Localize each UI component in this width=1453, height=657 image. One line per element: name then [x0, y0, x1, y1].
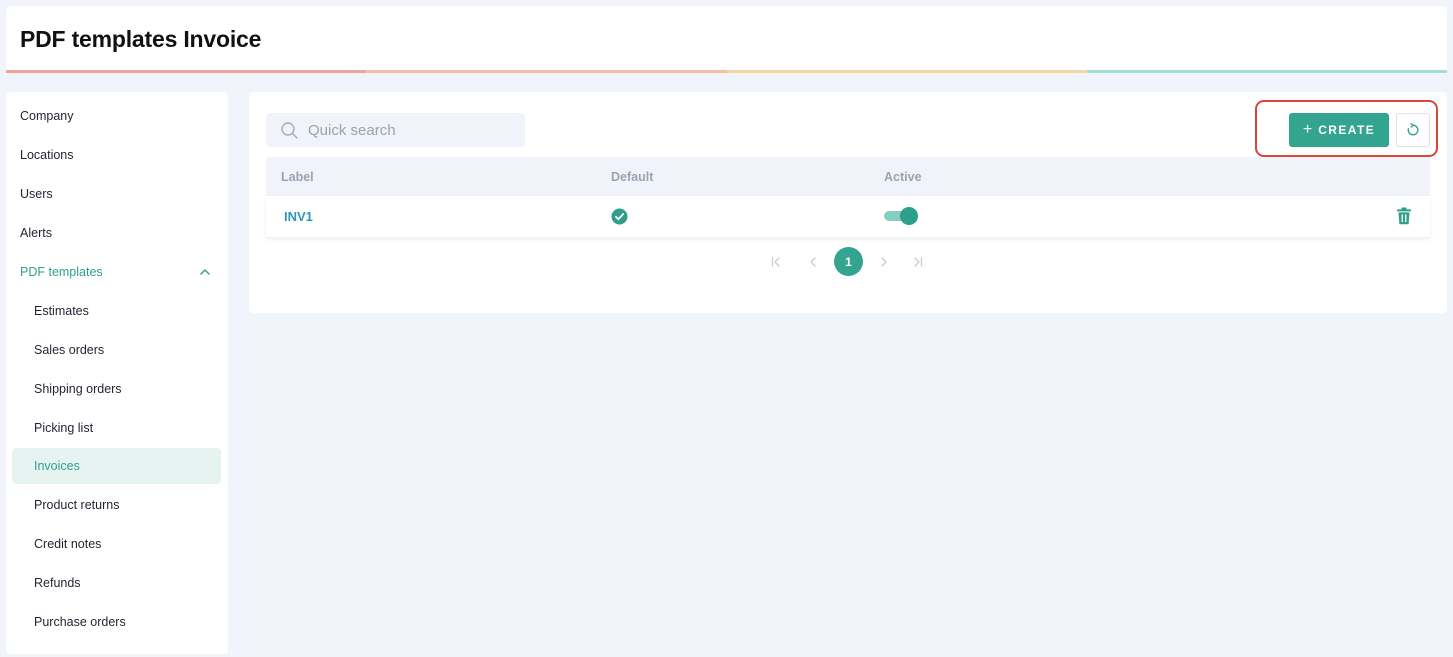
sidebar-item-label: Estimates [34, 304, 89, 318]
sidebar-item-label: Invoices [34, 459, 80, 473]
sidebar-item-alerts[interactable]: Alerts [12, 215, 221, 251]
chevron-right-icon [880, 256, 887, 267]
column-header-default: Default [611, 170, 654, 184]
sidebar-item-label: Users [20, 187, 53, 201]
sidebar-item-label: Credit notes [34, 537, 102, 551]
sidebar-item-label: PDF templates [20, 265, 103, 279]
sidebar-item-estimates[interactable]: Estimates [12, 293, 221, 329]
sidebar-item-picking-list[interactable]: Picking list [12, 410, 221, 446]
quick-search [266, 113, 525, 147]
pagination: 1 [761, 247, 941, 277]
header-color-stripe [6, 70, 1447, 73]
create-button-label: CREATE [1318, 123, 1376, 137]
sidebar-item-label: Alerts [20, 226, 52, 240]
sidebar-item-label: Picking list [34, 421, 94, 435]
last-page-icon [913, 256, 922, 267]
create-button[interactable]: + CREATE [1289, 113, 1389, 147]
sidebar-item-credit-notes[interactable]: Credit notes [12, 526, 221, 562]
sidebar-item-users[interactable]: Users [12, 176, 221, 212]
previous-page-button[interactable] [798, 247, 827, 276]
chevron-left-icon [809, 256, 816, 267]
column-header-label: Label [281, 170, 314, 184]
active-toggle[interactable] [884, 207, 918, 225]
sidebar-item-product-returns[interactable]: Product returns [12, 487, 221, 523]
trash-icon[interactable] [1396, 207, 1412, 225]
plus-icon: + [1302, 121, 1313, 138]
sidebar-group-pdf-templates[interactable]: PDF templates [12, 254, 221, 290]
page-title: PDF templates Invoice [20, 26, 262, 52]
sidebar-item-shipping-orders[interactable]: Shipping orders [12, 371, 221, 407]
sidebar-item-locations[interactable]: Locations [12, 137, 221, 173]
sidebar-item-invoices[interactable]: Invoices [12, 448, 221, 484]
stripe-segment [6, 70, 367, 73]
stripe-segment [726, 70, 1087, 73]
stripe-segment [366, 70, 727, 73]
search-input[interactable] [308, 121, 508, 139]
first-page-button[interactable] [761, 247, 790, 276]
sidebar-item-label: Shipping orders [34, 382, 122, 396]
settings-sidebar: Company Locations Users Alerts PDF templ… [6, 92, 228, 654]
page-header: PDF templates Invoice [6, 6, 1447, 73]
sidebar-item-label: Refunds [34, 576, 81, 590]
first-page-icon [771, 256, 780, 267]
table-row[interactable]: INV1 [266, 196, 1430, 237]
toggle-knob [900, 207, 918, 225]
sidebar-item-sales-orders[interactable]: Sales orders [12, 332, 221, 368]
templates-panel: + CREATE Label Default Active INV1 [249, 92, 1447, 313]
sidebar-item-label: Company [20, 109, 74, 123]
chevron-up-icon [200, 269, 210, 275]
template-label-link[interactable]: INV1 [284, 209, 313, 224]
check-circle-icon [611, 208, 628, 225]
sidebar-item-label: Purchase orders [34, 615, 126, 629]
sidebar-item-label: Product returns [34, 498, 120, 512]
column-header-active: Active [884, 170, 922, 184]
sidebar-item-company[interactable]: Company [12, 98, 221, 134]
sidebar-item-label: Locations [20, 148, 74, 162]
table-header: Label Default Active [266, 157, 1430, 196]
next-page-button[interactable] [869, 247, 898, 276]
page-1-button[interactable]: 1 [834, 247, 863, 276]
sidebar-item-label: Sales orders [34, 343, 105, 357]
refresh-button[interactable] [1396, 113, 1430, 147]
last-page-button[interactable] [903, 247, 932, 276]
sidebar-item-purchase-orders[interactable]: Purchase orders [12, 604, 221, 640]
sidebar-item-refunds[interactable]: Refunds [12, 565, 221, 601]
search-icon [281, 121, 298, 139]
stripe-segment [1086, 70, 1447, 73]
refresh-icon [1407, 123, 1419, 136]
